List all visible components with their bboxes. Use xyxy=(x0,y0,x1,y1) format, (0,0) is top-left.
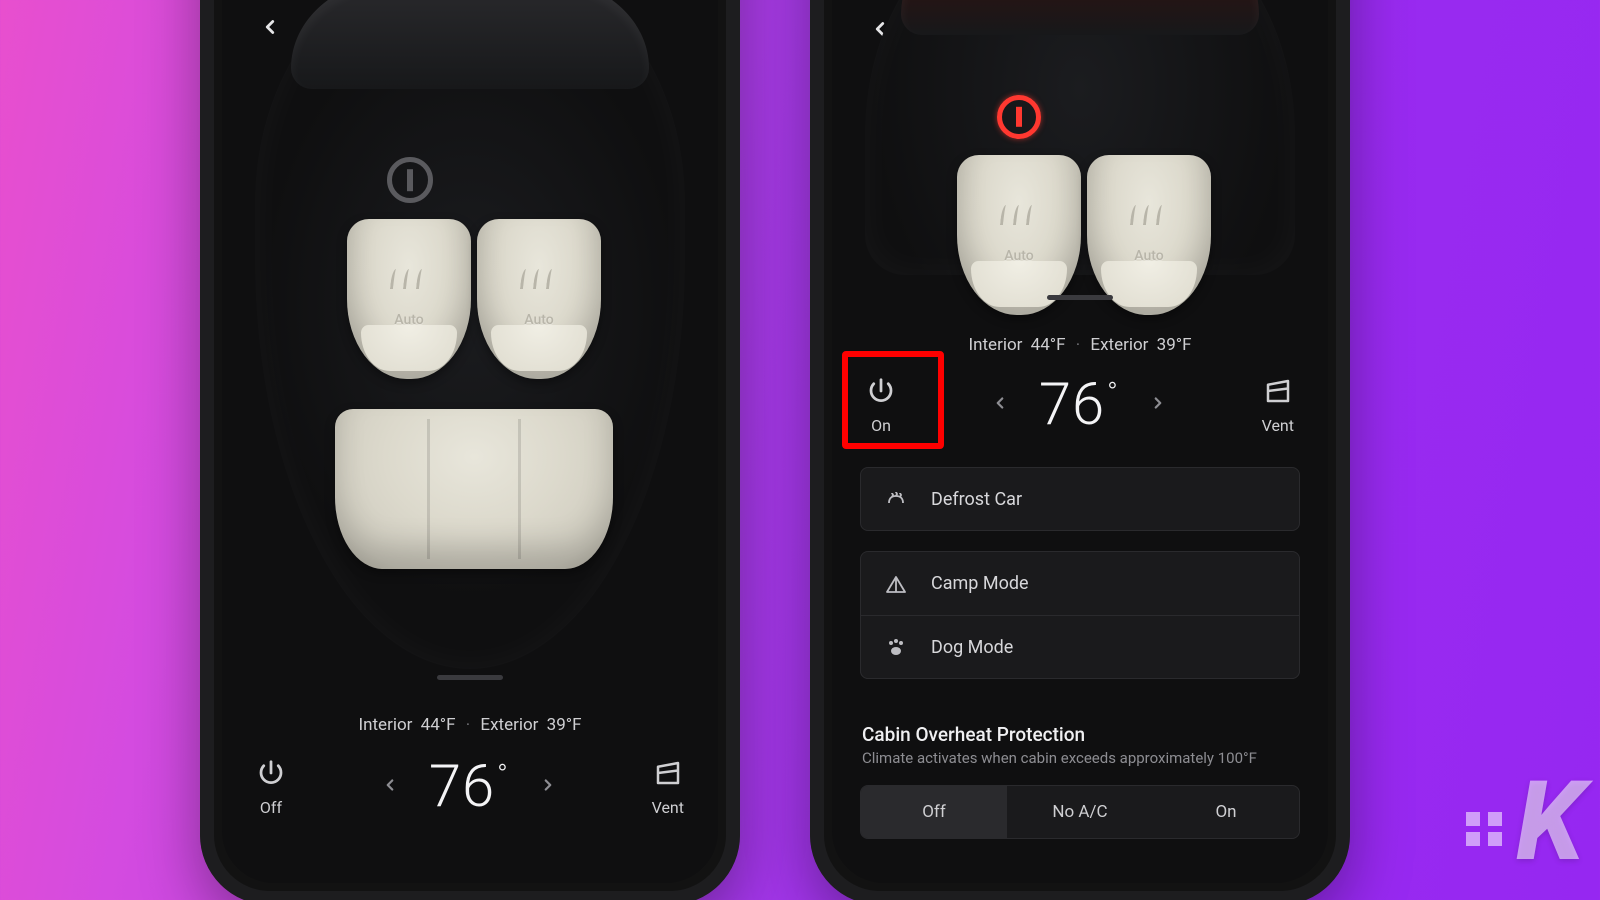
seat-mode-label: Auto xyxy=(477,312,601,328)
temperature-readout: Interior 44°F · Exterior 39°F xyxy=(222,715,718,735)
cabin-view: Auto Auto xyxy=(222,0,718,669)
seat-mode-label: Auto xyxy=(347,312,471,328)
side-button[interactable] xyxy=(1349,155,1350,265)
temp-increase-button[interactable] xyxy=(1143,393,1173,418)
windshield xyxy=(291,0,649,89)
windshield xyxy=(901,0,1259,35)
seat-mode-label: Auto xyxy=(1087,248,1211,264)
option-label: Defrost Car xyxy=(931,489,1022,510)
power-label: On xyxy=(871,416,891,435)
power-toggle[interactable]: Off xyxy=(256,758,286,817)
temperature-control: 76° xyxy=(985,371,1173,439)
option-label: Camp Mode xyxy=(931,573,1029,594)
exterior-temp: 39°F xyxy=(1157,335,1192,355)
cabin-view: Auto Auto xyxy=(832,0,1328,275)
seat-front-right[interactable]: Auto xyxy=(1087,155,1211,315)
interior-label: Interior xyxy=(968,335,1022,355)
steering-wheel-icon[interactable] xyxy=(387,157,433,203)
watermark: K xyxy=(1466,757,1578,886)
defrost-car-option[interactable]: Defrost Car xyxy=(860,467,1300,531)
volume-up-button[interactable] xyxy=(810,185,811,259)
mute-switch[interactable] xyxy=(200,115,201,159)
vent-label: Vent xyxy=(1262,416,1294,435)
seat-mode-label: Auto xyxy=(957,248,1081,264)
power-toggle[interactable]: On xyxy=(866,376,896,435)
camp-mode-option[interactable]: Camp Mode xyxy=(860,551,1300,615)
exterior-label: Exterior xyxy=(480,715,538,735)
volume-down-button[interactable] xyxy=(200,275,201,349)
screen: Auto Auto Interior 44°F · Exterior 39°F … xyxy=(832,0,1328,883)
option-label: Dog Mode xyxy=(931,637,1013,658)
temperature-readout: Interior 44°F · Exterior 39°F xyxy=(832,335,1328,355)
vent-button[interactable]: Vent xyxy=(1262,376,1294,435)
exterior-label: Exterior xyxy=(1090,335,1148,355)
interior-label: Interior xyxy=(358,715,412,735)
exterior-temp: 39°F xyxy=(547,715,582,735)
overheat-on[interactable]: On xyxy=(1153,786,1299,838)
interior-temp: 44°F xyxy=(1031,335,1066,355)
seat-heat-icon xyxy=(1001,205,1037,225)
seat-rear-bench[interactable] xyxy=(335,409,613,569)
volume-down-button[interactable] xyxy=(810,275,811,349)
power-label: Off xyxy=(260,798,282,817)
vent-button[interactable]: Vent xyxy=(652,758,684,817)
temp-increase-button[interactable] xyxy=(533,775,563,800)
phone-frame: Auto Auto Interior 44°F · Exterior 39°F … xyxy=(200,0,740,900)
seat-heat-icon xyxy=(521,269,557,289)
tent-icon xyxy=(883,571,909,597)
overheat-off[interactable]: Off xyxy=(861,786,1007,838)
phone-frame: Auto Auto Interior 44°F · Exterior 39°F … xyxy=(810,0,1350,900)
seat-front-left[interactable]: Auto xyxy=(347,219,471,379)
overheat-subtitle: Climate activates when cabin exceeds app… xyxy=(862,749,1298,767)
defrost-icon xyxy=(883,486,909,512)
vent-label: Vent xyxy=(652,798,684,817)
seat-heat-icon xyxy=(391,269,427,289)
screen: Auto Auto Interior 44°F · Exterior 39°F … xyxy=(222,0,718,883)
drag-handle[interactable] xyxy=(1047,295,1113,300)
separator: · xyxy=(1076,335,1080,355)
temp-decrease-button[interactable] xyxy=(985,393,1015,418)
mute-switch[interactable] xyxy=(810,115,811,159)
seat-heat-icon xyxy=(1131,205,1167,225)
paw-icon xyxy=(883,634,909,660)
overheat-noac[interactable]: No A/C xyxy=(1007,786,1153,838)
car-body: Auto Auto xyxy=(255,0,685,669)
steering-wheel-icon[interactable] xyxy=(997,95,1041,139)
seat-front-right[interactable]: Auto xyxy=(477,219,601,379)
temperature-value: 76° xyxy=(1039,371,1119,439)
overheat-segmented: Off No A/C On xyxy=(860,785,1300,839)
volume-up-button[interactable] xyxy=(200,185,201,259)
dog-mode-option-fix[interactable]: Dog Mode xyxy=(860,615,1300,679)
drag-handle[interactable] xyxy=(437,675,503,680)
temp-decrease-button[interactable] xyxy=(375,775,405,800)
car-body: Auto Auto xyxy=(865,0,1295,275)
interior-temp: 44°F xyxy=(421,715,456,735)
overheat-title: Cabin Overheat Protection xyxy=(862,723,1298,746)
temperature-value: 76° xyxy=(429,753,509,821)
separator: · xyxy=(466,715,470,735)
seat-front-left[interactable]: Auto xyxy=(957,155,1081,315)
temperature-control: 76° xyxy=(375,753,563,821)
